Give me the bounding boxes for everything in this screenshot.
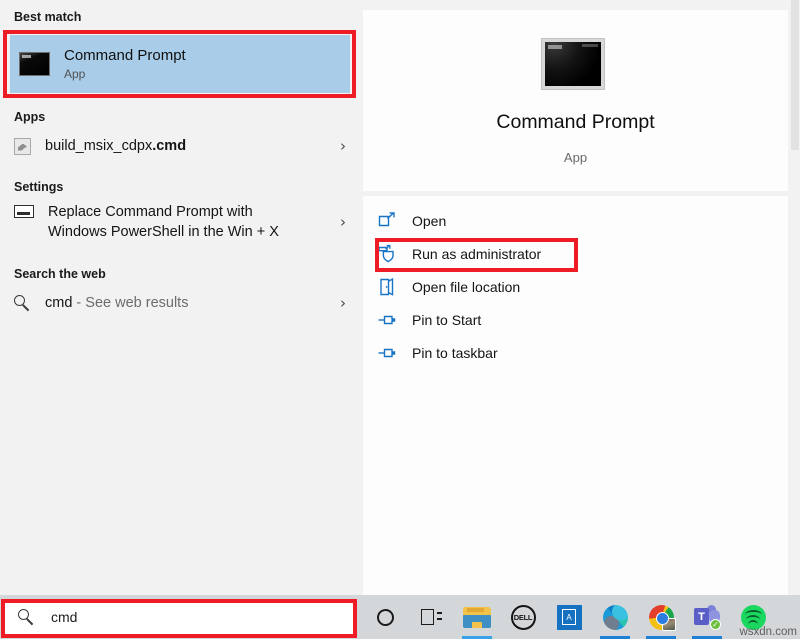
best-match-result-command-prompt[interactable]: Command Prompt App [10, 35, 350, 93]
best-match-title: Command Prompt [64, 46, 186, 64]
monitor-icon [14, 205, 34, 220]
action-label: Open [412, 212, 447, 229]
command-prompt-icon [541, 38, 605, 90]
windows-search-screen: Best match Command Prompt App Apps build… [0, 0, 800, 639]
app-actions-list: Open Run as administrator Open file loca… [363, 196, 788, 595]
result-row-web-search-cmd[interactable]: cmd - See web results › [0, 288, 358, 318]
web-result-query: cmd [45, 295, 73, 311]
microsoft-teams-icon[interactable]: T ✓ [684, 595, 730, 639]
setting-label: Replace Command Prompt with Windows Powe… [48, 203, 340, 242]
action-open[interactable]: Open [363, 204, 788, 237]
action-label: Run as administrator [412, 245, 542, 262]
open-folder-icon [377, 277, 397, 297]
watermark: wsxdn.com [739, 626, 797, 638]
result-row-build-msix-cdpx-cmd[interactable]: build_msix_cdpx.cmd › [0, 131, 358, 161]
taskbar-icons: DELL A T ✓ [362, 595, 776, 639]
pin-icon [377, 343, 397, 363]
search-results-panel: Best match Command Prompt App Apps build… [0, 0, 358, 595]
command-prompt-icon [19, 52, 50, 76]
web-result-label: cmd - See web results [45, 295, 340, 311]
cmd-script-file-icon [14, 137, 31, 155]
action-pin-to-start[interactable]: Pin to Start [363, 303, 788, 336]
chevron-right-icon[interactable]: › [340, 137, 346, 155]
preview-app-title: Command Prompt [496, 111, 655, 133]
action-label: Pin to Start [412, 311, 482, 328]
taskbar: cmd DELL A T ✓ wsxdn.com [0, 595, 800, 639]
group-header-best-match: Best match [14, 10, 82, 24]
result-row-replace-command-prompt-setting[interactable]: Replace Command Prompt with Windows Powe… [0, 200, 358, 246]
setting-label-line2: Windows PowerShell in the Win + X [48, 223, 279, 240]
google-chrome-icon[interactable] [638, 595, 684, 639]
setting-label-line1: Replace Command Prompt with [48, 204, 253, 220]
task-view-icon[interactable] [408, 595, 454, 639]
taskbar-search-box[interactable]: cmd [5, 600, 353, 634]
group-header-search-the-web: Search the web [14, 267, 106, 281]
app-preview-panel: Command Prompt App Open Run as administr… [358, 0, 800, 595]
translator-app-icon[interactable]: A [546, 595, 592, 639]
chevron-right-icon[interactable]: › [340, 213, 346, 231]
panel-scrollbar-thumb[interactable] [791, 0, 799, 150]
action-pin-to-taskbar[interactable]: Pin to taskbar [363, 336, 788, 369]
cortana-icon[interactable] [362, 595, 408, 639]
microsoft-edge-icon[interactable] [592, 595, 638, 639]
search-icon [18, 608, 35, 626]
search-icon [14, 294, 31, 312]
action-label: Open file location [412, 278, 521, 295]
action-open-file-location[interactable]: Open file location [363, 270, 788, 303]
group-header-apps: Apps [14, 110, 46, 124]
preview-card: Command Prompt App [363, 10, 788, 191]
best-match-text: Command Prompt App [64, 47, 186, 82]
preview-app-subtitle: App [563, 150, 588, 165]
open-in-new-window-icon [377, 211, 397, 231]
chevron-right-icon[interactable]: › [340, 294, 346, 312]
best-match-subtitle: App [64, 67, 86, 82]
result-label: build_msix_cdpx.cmd [45, 138, 340, 154]
file-explorer-icon[interactable] [454, 595, 500, 639]
run-as-administrator-action[interactable]: Run as administrator [363, 237, 788, 270]
pin-icon [377, 310, 397, 330]
search-input-value[interactable]: cmd [51, 609, 77, 625]
shield-icon [377, 244, 397, 264]
group-header-settings: Settings [14, 180, 64, 194]
dell-icon[interactable]: DELL [500, 595, 546, 639]
action-label: Pin to taskbar [412, 344, 498, 361]
result-label-bold: .cmd [152, 138, 187, 154]
result-label-plain: build_msix_cdpx [45, 138, 153, 154]
web-result-suffix: - See web results [72, 295, 189, 311]
